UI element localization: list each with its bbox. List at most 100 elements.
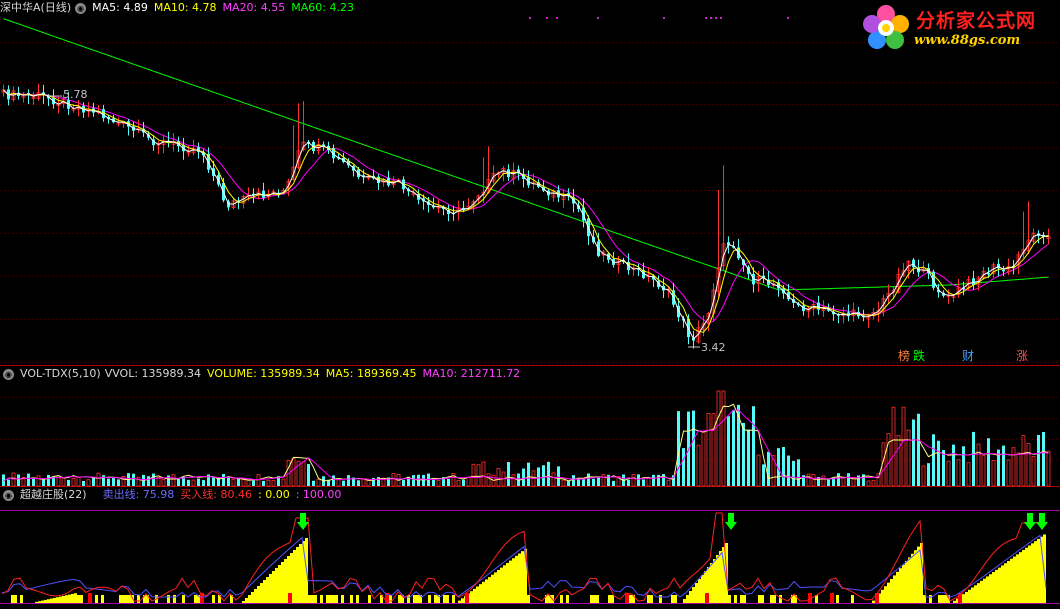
volume-bar xyxy=(332,475,335,486)
signal-bar xyxy=(137,595,140,603)
event-badge-rise[interactable]: 涨 xyxy=(1016,349,1028,363)
signal-bar xyxy=(527,595,530,603)
signal-bar xyxy=(50,598,53,603)
volume-bar xyxy=(597,477,600,486)
signal-bar xyxy=(992,572,995,603)
volume-bar xyxy=(161,478,166,487)
volume-bar xyxy=(357,480,360,486)
site-logo[interactable]: 分析家公式网 www.88gs.com xyxy=(858,2,1058,54)
buy-line-value: 买入线: 80.46 xyxy=(180,488,252,501)
collapse-icon[interactable]: ◉ xyxy=(3,489,14,501)
volume-indicator-name[interactable]: VOL-TDX(5,10) xyxy=(20,367,101,380)
signal-bar xyxy=(719,551,722,603)
volume-bar xyxy=(551,472,556,487)
volume-bar xyxy=(227,477,230,486)
indicator-name[interactable]: 超越庄股(22) xyxy=(20,488,87,501)
signal-bar xyxy=(59,596,62,603)
volume-bar xyxy=(301,461,306,487)
arrow-down-icon xyxy=(300,513,306,522)
signal-bar xyxy=(80,595,83,603)
volume-bar xyxy=(342,480,345,486)
collapse-icon[interactable]: ◉ xyxy=(3,368,14,380)
volume-bar xyxy=(841,477,846,487)
signal-bar xyxy=(1031,543,1034,603)
volume-bar xyxy=(716,390,721,487)
volume-bar xyxy=(262,480,265,486)
volume-bar xyxy=(391,473,396,487)
signal-bar xyxy=(689,591,692,603)
sell-line-value: 卖出线: 75.98 xyxy=(102,488,175,501)
chart-canvas[interactable] xyxy=(0,0,1060,609)
signal-bar xyxy=(1028,545,1031,603)
event-badge-finance[interactable]: 财 xyxy=(962,349,974,363)
signal-bar xyxy=(872,600,875,603)
signal-bar xyxy=(593,595,596,603)
signal-bar xyxy=(311,595,314,603)
high-price-label: 5.78 xyxy=(63,88,88,101)
signal-bar xyxy=(329,595,332,603)
signal-bar xyxy=(284,559,287,603)
indicator-plot[interactable] xyxy=(0,510,1060,604)
volume-bar xyxy=(847,473,850,486)
volume-bars[interactable] xyxy=(2,390,1051,487)
volume-bar xyxy=(646,477,651,487)
volume-bar xyxy=(507,462,510,486)
signal-bar xyxy=(500,567,503,603)
volume-bar xyxy=(991,460,996,487)
signal-bar xyxy=(659,595,662,603)
signal-bar xyxy=(899,568,902,603)
signal-bar xyxy=(443,595,446,603)
arrow-down-icon xyxy=(728,513,734,522)
volume-bar xyxy=(821,475,826,487)
logo-text: 分析家公式网 xyxy=(916,10,1037,32)
signal-bar xyxy=(773,595,776,603)
volume-bar xyxy=(901,406,906,487)
signal-bar xyxy=(68,594,71,603)
collapse-icon[interactable]: ◉ xyxy=(75,2,87,14)
signal-bar xyxy=(734,595,737,603)
signal-bar xyxy=(491,574,494,603)
volume-bar xyxy=(152,473,155,486)
event-badge-drop[interactable]: 跌 xyxy=(913,349,925,363)
signal-bar xyxy=(512,558,515,603)
volume-bar xyxy=(266,479,271,487)
volume-bar xyxy=(946,460,951,487)
signal-bar xyxy=(986,576,989,603)
stock-name[interactable]: 深中华A(日线) xyxy=(0,1,71,14)
volume-bar xyxy=(692,410,695,486)
volume-bar xyxy=(727,416,730,486)
volume-bar xyxy=(456,479,461,487)
candlesticks[interactable] xyxy=(1,83,1051,349)
signal-bar xyxy=(494,572,497,603)
signal-bar xyxy=(182,595,185,603)
volume-bar xyxy=(527,462,530,486)
volume-bar xyxy=(912,419,915,486)
volume-bar xyxy=(187,479,190,486)
ma10-line xyxy=(3,89,1049,333)
signal-bar xyxy=(332,595,335,603)
chart-window: 深中华A(日线) ◉ MA5: 4.89 MA10: 4.78 MA20: 4.55 MA… xyxy=(0,0,1060,609)
volume-bar xyxy=(167,475,170,486)
volume-bar xyxy=(222,474,225,486)
signal-bar xyxy=(608,595,611,603)
signal-bar xyxy=(341,595,344,603)
signal-bar xyxy=(851,595,854,603)
signal-bar xyxy=(62,595,65,603)
signal-bar xyxy=(416,595,419,603)
ma60-value: MA60: 4.23 xyxy=(291,1,354,14)
signal-bar xyxy=(761,595,764,603)
signal-bar xyxy=(413,595,416,603)
signal-bar xyxy=(35,601,38,603)
signal-bar xyxy=(296,547,299,603)
volume-bar xyxy=(412,475,415,486)
ma20-path xyxy=(3,89,1049,324)
volume-bar xyxy=(447,478,450,486)
volume-bar xyxy=(682,448,685,486)
volume-bar xyxy=(436,480,441,487)
signal-bar xyxy=(212,595,215,603)
volume-bar xyxy=(896,435,901,487)
event-badge-rank[interactable]: 榜 xyxy=(898,349,910,363)
signal-bar xyxy=(398,595,401,603)
signal-bar xyxy=(953,600,956,603)
signal-bar xyxy=(629,595,632,603)
